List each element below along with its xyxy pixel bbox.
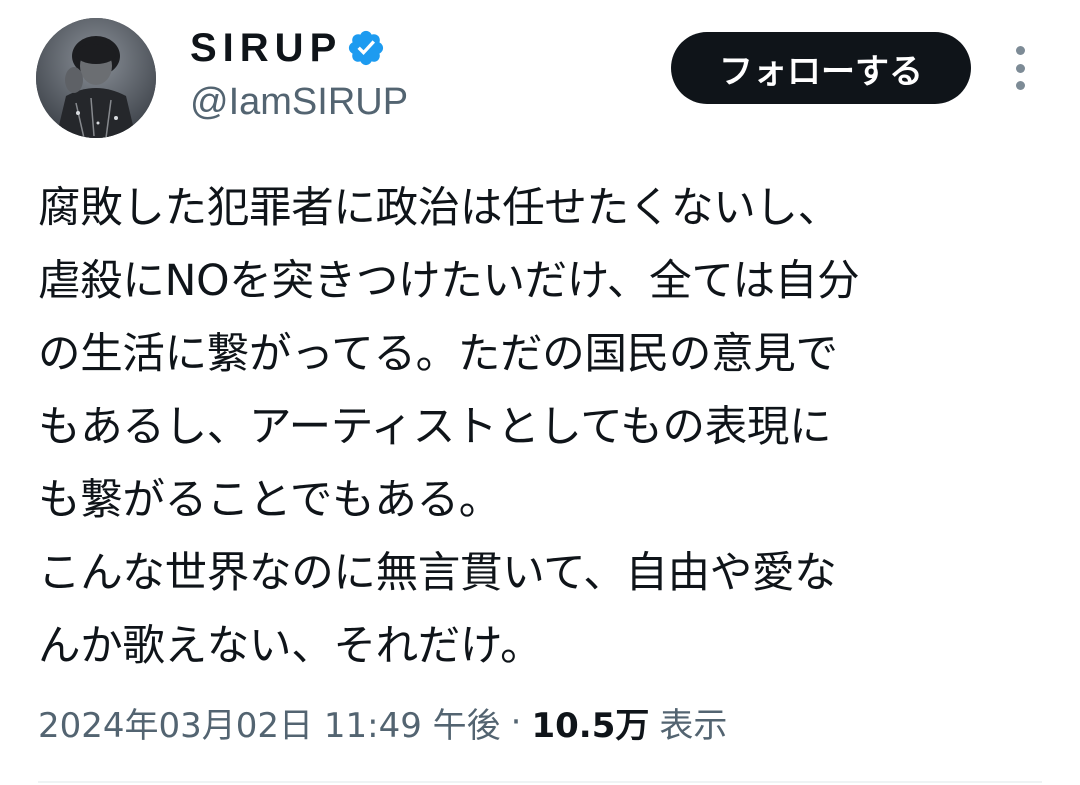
tweet-meta: 2024年03月02日 11:49 午後 · 10.5万 表示 bbox=[38, 693, 727, 751]
tweet-text: 腐敗した犯罪者に政治は任せたくないし、 虐殺にNOを突きつけたいだけ、全ては自分… bbox=[38, 172, 1048, 683]
author-name-row: SIRUP bbox=[190, 24, 386, 72]
tweet-text-line: もあるし、アーティストとしてもの表現に bbox=[38, 403, 832, 452]
tweet-text-line: 虐殺にNOを突きつけたいだけ、全ては自分 bbox=[38, 257, 860, 306]
tweet-timestamp[interactable]: 2024年03月02日 11:49 午後 bbox=[38, 698, 501, 747]
verified-badge-icon bbox=[346, 28, 386, 68]
tweet-card: SIRUP @IamSIRUP フォローする 腐敗した犯罪者に政治は任せたくない… bbox=[0, 0, 1080, 785]
views-count[interactable]: 10.5万 bbox=[531, 698, 649, 747]
tweet-text-line: 腐敗した犯罪者に政治は任せたくないし、 bbox=[38, 184, 840, 233]
tweet-text-line: こんな世界なのに無言貫いて、自由や愛な bbox=[38, 549, 837, 598]
more-vertical-icon[interactable] bbox=[1002, 42, 1038, 94]
tweet-text-line: の生活に繋がってる。ただの国民の意見で bbox=[38, 330, 838, 379]
follow-button[interactable]: フォローする bbox=[671, 32, 971, 104]
author-display-name[interactable]: SIRUP bbox=[190, 24, 342, 72]
more-dot bbox=[1015, 81, 1025, 90]
divider bbox=[38, 781, 1042, 783]
avatar-photo bbox=[36, 18, 156, 138]
more-dot bbox=[1015, 46, 1025, 55]
author-handle[interactable]: @IamSIRUP bbox=[190, 78, 408, 126]
tweet-text-line: も繋がることでもある。 bbox=[38, 476, 501, 525]
avatar[interactable] bbox=[36, 18, 156, 138]
more-dot bbox=[1015, 63, 1025, 73]
meta-separator: · bbox=[510, 702, 522, 742]
tweet-text-line: んか歌えない、それだけ。 bbox=[38, 622, 543, 671]
views-label: 表示 bbox=[659, 705, 728, 746]
